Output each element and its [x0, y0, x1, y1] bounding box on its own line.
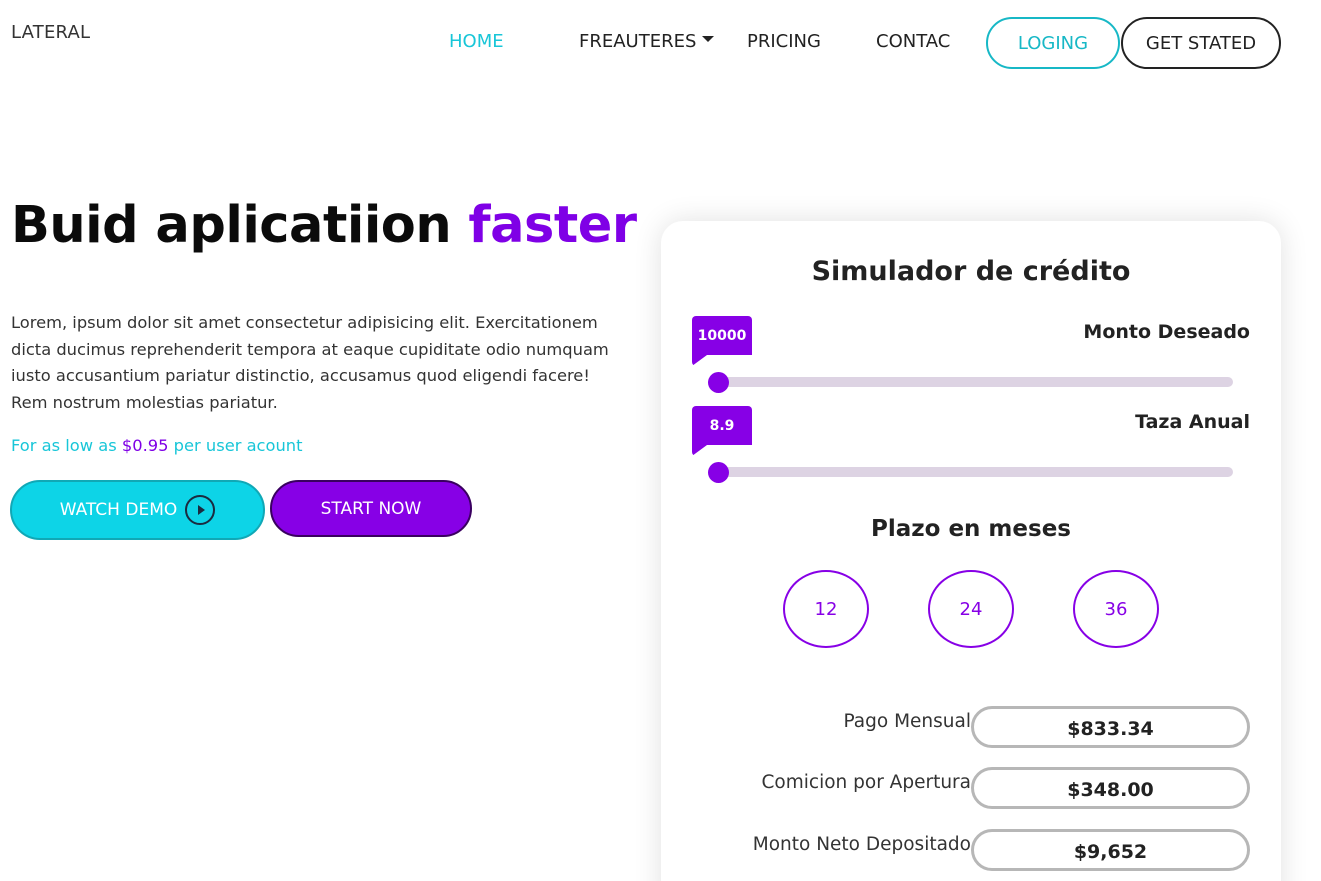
- rate-slider-thumb[interactable]: [708, 462, 729, 483]
- amount-slider-label: Monto Deseado: [1083, 321, 1250, 343]
- nav-pricing[interactable]: PRICING: [747, 31, 821, 52]
- play-icon: [185, 495, 216, 525]
- nav-contact[interactable]: CONTAC: [876, 31, 950, 52]
- net-amount-value: $9,652: [971, 829, 1250, 871]
- nav-features-label: FREAUTERES: [579, 31, 697, 52]
- simulator-title: Simulador de crédito: [811, 256, 1131, 287]
- amount-slider-track[interactable]: [711, 377, 1233, 387]
- caret-down-icon: [702, 36, 715, 42]
- start-now-button[interactable]: START NOW: [270, 480, 472, 537]
- rate-slider-label: Taza Anual: [1135, 411, 1250, 433]
- term-title: Plazo en meses: [871, 516, 1071, 542]
- watch-demo-label: WATCH DEMO: [59, 500, 178, 520]
- price-prefix: For as low as: [11, 436, 122, 455]
- hero-title-main: Buid aplicatiion: [11, 196, 469, 255]
- term-option-36[interactable]: 36: [1073, 570, 1159, 648]
- nav-home[interactable]: HOME: [449, 31, 504, 52]
- rate-value-badge: 8.9: [692, 406, 752, 456]
- credit-simulator-card: Simulador de crédito Monto Deseado 10000…: [661, 221, 1281, 881]
- net-amount-label: Monto Neto Depositado: [752, 834, 971, 855]
- hero-title: Buid aplicatiion faster: [11, 196, 637, 255]
- monthly-payment-value: $833.34: [971, 706, 1250, 748]
- nav-features[interactable]: FREAUTERES: [579, 31, 715, 52]
- term-option-12[interactable]: 12: [783, 570, 869, 648]
- price-line: For as low as $0.95 per user acount: [11, 436, 303, 455]
- price-amount: $0.95: [121, 436, 169, 455]
- term-option-24[interactable]: 24: [928, 570, 1014, 648]
- amount-value-badge: 10000: [692, 316, 752, 366]
- hero-title-accent: faster: [468, 196, 637, 255]
- price-suffix: per user acount: [168, 436, 303, 455]
- rate-slider-track[interactable]: [711, 467, 1233, 477]
- amount-slider-thumb[interactable]: [708, 372, 729, 393]
- hero-description: Lorem, ipsum dolor sit amet consectetur …: [11, 313, 609, 412]
- get-started-button[interactable]: GET STATED: [1121, 17, 1281, 69]
- watch-demo-button[interactable]: WATCH DEMO: [10, 480, 265, 540]
- brand-logo[interactable]: LATERAL: [11, 22, 90, 43]
- opening-fee-label: Comicion por Apertura: [761, 772, 972, 793]
- monthly-payment-label: Pago Mensual: [843, 711, 971, 732]
- login-button[interactable]: LOGING: [986, 17, 1120, 69]
- opening-fee-value: $348.00: [971, 767, 1250, 809]
